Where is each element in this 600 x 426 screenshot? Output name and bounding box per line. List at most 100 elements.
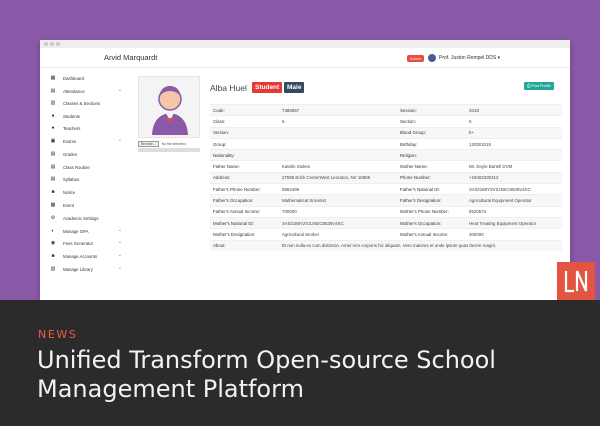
hero-screenshot: Arvid Marquardt Admin Prof. Juston Rempe… — [0, 0, 600, 300]
article-title[interactable]: Unified Transform Open-source School Man… — [37, 346, 577, 404]
sidebar-item-label: Grades — [63, 151, 78, 157]
field-label: Mother's Annual Income: — [397, 228, 466, 241]
chevron-down-icon: ⌄ — [117, 227, 122, 233]
field-value: 6 — [279, 115, 397, 128]
field-value: 27595 Erick CenterWest Leoraton, NV 1690… — [279, 171, 397, 184]
field-label: Birthday: — [397, 137, 466, 150]
fees-icon: ◉ — [50, 240, 56, 246]
sidebar-item[interactable]: ▤ Grades — [50, 149, 128, 159]
info-row: About: Et non nulla ex cum distinctio. Am… — [210, 239, 562, 252]
sidebar-item[interactable]: ■ Notice — [50, 187, 128, 197]
settings-icon: ⚙ — [50, 215, 56, 221]
syllabus-icon: ▤ — [50, 176, 56, 182]
field-value: Mr. Doyle Bartell DVM — [466, 160, 562, 173]
exam-icon: ▣ — [50, 138, 56, 144]
field-value: 300000 — [466, 228, 562, 241]
field-label: Religion: — [397, 149, 466, 161]
sidebar-item-label: Event — [63, 202, 74, 208]
browse-button[interactable]: Browse... — [138, 141, 159, 147]
role-badge-student: Student — [252, 82, 283, 93]
field-value: 8520574 — [466, 205, 562, 218]
field-value: Katelin Stokes — [279, 160, 397, 173]
field-label: Version: — [210, 126, 279, 139]
field-value: 7386957 — [279, 103, 397, 116]
sidebar-item-label: Academic Settings — [63, 215, 99, 221]
ln-logo-icon — [564, 270, 588, 293]
field-value: K — [466, 115, 562, 128]
gender-badge: Male — [284, 82, 305, 93]
info-row: Mother's Designation: Agricultural Worker… — [210, 228, 562, 241]
field-value: 12/03/2019 — [466, 137, 562, 150]
info-row: Code: 7386957 Session: 2018 — [210, 103, 562, 116]
field-value: b+ — [466, 126, 562, 139]
field-label: Session: — [397, 103, 466, 116]
field-value: Mathematical Scientist — [279, 194, 397, 207]
field-label: Mother's Phone Number: — [397, 205, 466, 218]
field-value — [466, 149, 562, 161]
sidebar-item[interactable]: ▤ Class Routine — [50, 162, 128, 172]
browser-chrome — [40, 40, 570, 48]
field-value — [279, 137, 397, 150]
field-value: SA02188YZVZJSEC8536V4XC — [466, 183, 562, 195]
app-topbar: Arvid Marquardt Admin Prof. Juston Rempe… — [40, 48, 570, 68]
sidebar-item[interactable]: ▦ Event — [50, 200, 128, 210]
field-label: Father's Occupation: — [210, 194, 279, 207]
profile-name: Alba Huel — [210, 83, 247, 93]
field-value: 2018 — [466, 103, 562, 116]
field-label: Father's Designation: — [397, 194, 466, 207]
sidebar-item[interactable]: ▦ Dashboard — [50, 73, 128, 83]
sidebar-item[interactable]: ● Students — [50, 111, 128, 121]
sidebar-item-label: Manage Accounts — [63, 253, 98, 259]
field-value: +19402330312 — [466, 171, 562, 184]
sidebar-item-label: Teachers — [63, 125, 81, 131]
field-label: Blood Group: — [397, 126, 466, 139]
notice-icon: ■ — [51, 189, 55, 195]
sidebar-item[interactable]: ■ Manage Accounts ⌄ — [50, 251, 128, 261]
info-row: Father's Occupation: Mathematical Scienti… — [210, 194, 562, 207]
sidebar: ▦ Dashboard ▤ Attendance ⌄ ▥ Classes & Section… — [40, 69, 130, 300]
info-row: Father's Annual Income: 700000 Mother's Ph… — [210, 205, 562, 218]
laravel-news-logo — [557, 262, 595, 300]
chevron-down-icon: ⌄ — [117, 252, 122, 258]
sidebar-item[interactable]: ● Teachers — [50, 123, 128, 133]
profile-photo — [138, 76, 200, 138]
field-value: 700000 — [279, 205, 397, 218]
calendar-icon: ▤ — [50, 88, 56, 94]
teacher-icon: ● — [51, 125, 55, 131]
sidebar-item-label: Exams — [63, 138, 77, 144]
print-profile-label: Print Profile — [531, 84, 551, 88]
app-name[interactable]: Arvid Marquardt — [104, 53, 157, 62]
profile-info-table: Code: 7386957 Session: 2018 Class: 6 Section: K… — [210, 103, 562, 252]
field-label: Mother's Designation: — [210, 228, 279, 241]
field-label: Code: — [210, 103, 279, 116]
field-label: Father Name: — [210, 160, 279, 173]
field-label: Address: — [210, 171, 279, 184]
field-label: About: — [210, 239, 279, 252]
event-icon: ▦ — [50, 202, 56, 208]
user-avatar[interactable] — [428, 54, 436, 62]
sidebar-item[interactable]: ⚙ Academic Settings — [50, 213, 128, 223]
print-profile-button[interactable]: ⎙ Print Profile — [524, 82, 554, 90]
sidebar-item-label: Classes & Sections — [63, 100, 101, 106]
sidebar-item[interactable]: ◉ Fees Generator ⌄ — [50, 238, 128, 248]
sidebar-item-label: Syllabus — [63, 176, 80, 182]
upload-bar[interactable] — [138, 148, 200, 152]
sidebar-item-label: Manage Library — [63, 266, 93, 272]
sidebar-item[interactable]: ▤ Attendance ⌄ — [50, 86, 128, 96]
news-category[interactable]: NEWS — [38, 328, 77, 341]
field-value: Agricultural Worker — [279, 228, 397, 241]
sidebar-item-label: Dashboard — [63, 75, 85, 81]
sidebar-item[interactable]: ▣ Exams ⌄ — [50, 136, 128, 146]
user-menu[interactable]: Prof. Juston Rempel DDS ▾ — [439, 55, 500, 61]
sidebar-item[interactable]: ▤ Syllabus — [50, 174, 128, 184]
sidebar-item[interactable]: ▥ Classes & Sections — [50, 98, 128, 108]
sidebar-item[interactable]: ◐ Manage GPA ⌄ — [50, 226, 128, 236]
chevron-down-icon: ⌄ — [117, 265, 122, 271]
sidebar-item-label: Manage GPA — [63, 228, 89, 234]
upload-status: No file selected. — [161, 142, 187, 146]
field-label: Section: — [397, 115, 466, 128]
field-label: Mother's Occupation: — [397, 216, 466, 229]
field-label: Mother's National ID: — [210, 216, 279, 229]
sidebar-item[interactable]: ▥ Manage Library ⌄ — [50, 264, 128, 274]
sidebar-item-label: Notice — [63, 189, 76, 195]
